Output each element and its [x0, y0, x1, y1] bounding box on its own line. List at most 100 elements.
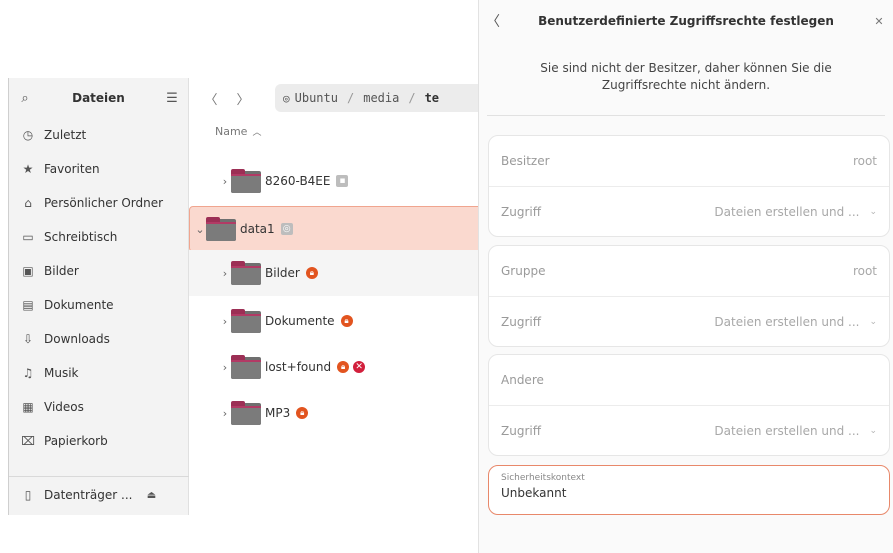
list-item-selected[interactable]: ⌄ data1 ◎: [189, 206, 479, 252]
permissions-dialog: 〈 Benutzerdefinierte Zugriffsrechte fest…: [478, 0, 893, 553]
unreadable-emblem-icon: ✕: [353, 361, 366, 373]
path-separator: /: [408, 91, 416, 105]
star-icon: ★: [22, 162, 34, 176]
dialog-title: Benutzerdefinierte Zugriffsrechte festle…: [538, 14, 834, 28]
chevron-down-icon: ⌄: [869, 206, 877, 217]
column-header-label: Name: [215, 124, 248, 138]
owner-access-row[interactable]: Zugriff Dateien erstellen und ... ⌄: [489, 186, 889, 236]
forward-button[interactable]: 〉: [231, 89, 255, 108]
sidebar-item-label: Downloads: [44, 332, 110, 346]
music-icon: ♫: [22, 366, 34, 380]
list-item[interactable]: › lost+found 🔒︎ ✕: [189, 344, 479, 390]
item-name: Dokumente: [265, 314, 335, 328]
sidebar-item-label: Papierkorb: [44, 434, 108, 448]
sidebar-item-pictures[interactable]: ▣ Bilder: [9, 254, 188, 288]
sidebar-item-label: Dokumente: [44, 298, 114, 312]
sidebar-item-documents[interactable]: ▤ Dokumente: [9, 288, 188, 322]
sidebar-item-videos[interactable]: ▦ Videos: [9, 390, 188, 424]
lock-emblem-icon: 🔒︎: [296, 407, 309, 419]
access-label: Zugriff: [501, 204, 541, 219]
owner-access-select[interactable]: Dateien erstellen und ...: [714, 205, 859, 219]
sidebar-header: ⌕ Dateien ☰: [9, 78, 188, 118]
list-item[interactable]: › Dokumente 🔒︎: [189, 298, 479, 344]
sidebar-item-recent[interactable]: ◷ Zuletzt: [9, 118, 188, 152]
group-row: Gruppe root: [489, 246, 889, 296]
path-segment-current[interactable]: te: [425, 91, 439, 105]
group-value: root: [852, 264, 877, 278]
back-button[interactable]: 〈: [479, 11, 507, 31]
menu-icon[interactable]: ☰: [164, 91, 180, 106]
back-button[interactable]: 〈: [199, 89, 223, 108]
path-segment-root[interactable]: Ubuntu: [295, 91, 338, 105]
close-button[interactable]: ✕: [865, 15, 893, 28]
sort-ascending-icon: ︿: [252, 127, 262, 138]
list-item[interactable]: › 8260-B4EE ▪: [189, 158, 479, 204]
owner-notice: Sie sind nicht der Besitzer, daher könne…: [540, 61, 832, 92]
sidebar-item-label: Favoriten: [44, 162, 100, 176]
item-name: lost+found: [265, 360, 332, 374]
owner-row: Besitzer root: [489, 136, 889, 186]
security-context-value: Unbekannt: [501, 486, 567, 500]
sidebar-item-downloads[interactable]: ⇩ Downloads: [9, 322, 188, 356]
sidebar-item-label: Zuletzt: [44, 128, 87, 142]
sidebar-item-music[interactable]: ♫ Musik: [9, 356, 188, 390]
group-access-row[interactable]: Zugriff Dateien erstellen und ... ⌄: [489, 296, 889, 346]
group-group: Gruppe root Zugriff Dateien erstellen un…: [488, 245, 890, 347]
folder-icon: [231, 401, 261, 425]
sidebar-item-trash[interactable]: ⌧ Papierkorb: [9, 424, 188, 458]
security-context-label: Sicherheitskontext: [501, 473, 585, 483]
clock-icon: ◷: [22, 128, 34, 142]
collapse-chevron-icon[interactable]: ⌄: [194, 223, 206, 236]
owner-label: Besitzer: [501, 154, 550, 168]
document-icon: ▤: [22, 298, 34, 312]
search-icon[interactable]: ⌕: [17, 91, 33, 106]
path-bar[interactable]: ◎ Ubuntu / media / te: [275, 84, 479, 112]
sidebar-item-desktop[interactable]: ▭ Schreibtisch: [9, 220, 188, 254]
list-item[interactable]: › MP3 🔒︎: [189, 390, 479, 436]
usb-drive-emblem-icon: ▪: [336, 175, 349, 187]
lock-emblem-icon: 🔒︎: [305, 267, 318, 279]
dialog-header: 〈 Benutzerdefinierte Zugriffsrechte fest…: [479, 0, 893, 42]
disk-icon: ◎: [283, 91, 290, 105]
column-header-name[interactable]: Name ︿: [189, 118, 479, 144]
lock-emblem-icon: 🔒︎: [337, 361, 350, 373]
sidebar-item-label: Videos: [44, 400, 84, 414]
group-access-select[interactable]: Dateien erstellen und ...: [714, 315, 859, 329]
item-name: 8260-B4EE: [265, 174, 331, 188]
item-name: data1: [240, 222, 275, 236]
path-segment-media[interactable]: media: [363, 91, 399, 105]
image-icon: ▣: [22, 264, 34, 278]
file-list-pane: 〈 〉 ◎ Ubuntu / media / te Name ︿ › 8260-…: [189, 78, 479, 515]
desktop-icon: ▭: [22, 230, 34, 244]
sidebar-item-drive[interactable]: ▯ Datenträger ... ⏏: [9, 478, 189, 512]
expand-chevron-icon[interactable]: ›: [219, 407, 231, 420]
folder-icon: [231, 355, 261, 379]
home-icon: ⌂: [24, 196, 32, 210]
expand-chevron-icon[interactable]: ›: [219, 175, 231, 188]
owner-value: root: [852, 154, 877, 168]
list-item[interactable]: › Bilder 🔒︎: [189, 250, 479, 296]
folder-icon: [231, 309, 261, 333]
video-icon: ▦: [22, 400, 34, 414]
others-access-row[interactable]: Zugriff Dateien erstellen und ... ⌄: [489, 405, 889, 455]
others-row: Andere: [489, 355, 889, 405]
drive-icon: ▯: [24, 488, 32, 502]
security-context-field[interactable]: Sicherheitskontext Unbekannt: [488, 465, 890, 515]
group-label: Gruppe: [501, 264, 546, 278]
folder-icon: [206, 217, 236, 241]
others-group: Andere Zugriff Dateien erstellen und ...…: [488, 354, 890, 456]
eject-icon[interactable]: ⏏: [144, 490, 158, 501]
sidebar-divider: [9, 476, 189, 477]
sidebar-item-label: Persönlicher Ordner: [44, 196, 164, 210]
folder-icon: [231, 261, 261, 285]
sidebar-item-home[interactable]: ⌂ Persönlicher Ordner: [9, 186, 188, 220]
expand-chevron-icon[interactable]: ›: [219, 315, 231, 328]
chevron-down-icon: ⌄: [869, 425, 877, 436]
others-label: Andere: [501, 373, 544, 387]
expand-chevron-icon[interactable]: ›: [219, 361, 231, 374]
sidebar-item-favorites[interactable]: ★ Favoriten: [9, 152, 188, 186]
expand-chevron-icon[interactable]: ›: [219, 267, 231, 280]
others-access-select[interactable]: Dateien erstellen und ...: [714, 424, 859, 438]
folder-icon: [231, 169, 261, 193]
chevron-down-icon: ⌄: [869, 316, 877, 327]
